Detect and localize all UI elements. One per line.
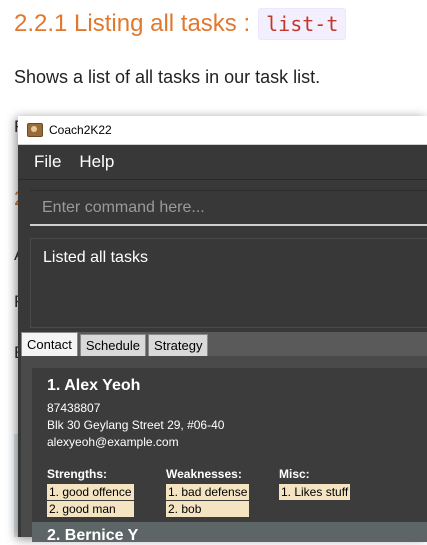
contact-phone: 87438807 — [47, 401, 101, 415]
menu-help[interactable]: Help — [79, 152, 114, 172]
contact-card[interactable]: 1. Alex Yeoh 87438807 Blk 30 Geylang Str… — [32, 368, 427, 522]
contact-address: Blk 30 Geylang Street 29, #06-40 — [47, 418, 225, 432]
misc-tag: 1. Likes stuff — [279, 484, 351, 500]
menu-bar: File Help — [18, 145, 427, 180]
tab-contact[interactable]: Contact — [21, 332, 78, 356]
contact-name: 1. Alex Yeoh — [47, 377, 141, 394]
weakness-tag: 1. bad defense — [166, 484, 250, 500]
contact-email: alexyeoh@example.com — [47, 435, 179, 449]
menu-file[interactable]: File — [34, 152, 61, 172]
weaknesses-label: Weaknesses: — [166, 467, 242, 481]
app-window: Coach2K22 File Help Listed all tasks Con… — [18, 116, 427, 544]
contact-list[interactable]: 1. Alex Yeoh 87438807 Blk 30 Geylang Str… — [21, 356, 427, 544]
strengths-label: Strengths: — [47, 467, 107, 481]
misc-list: 1. Likes stuff — [279, 484, 351, 500]
result-display: Listed all tasks — [30, 238, 427, 328]
command-box — [30, 190, 427, 226]
strengths-list: 1. good offence 2. good man — [47, 484, 134, 517]
result-text: Listed all tasks — [43, 249, 148, 266]
weaknesses-list: 1. bad defense 2. bob — [166, 484, 250, 517]
strength-tag: 2. good man — [47, 501, 134, 517]
misc-label: Misc: — [279, 467, 310, 481]
tab-strategy[interactable]: Strategy — [148, 334, 209, 356]
section-description: Shows a list of all tasks in our task li… — [14, 67, 321, 87]
command-input[interactable] — [30, 191, 427, 224]
command-code: list-t — [258, 8, 347, 40]
weakness-tag: 2. bob — [166, 501, 250, 517]
section-heading-text: 2.2.1 Listing all tasks : — [14, 10, 251, 37]
section-heading: 2.2.1 Listing all tasks : list-t — [14, 8, 347, 40]
contact-name: 2. Bernice Y — [47, 527, 139, 544]
window-titlebar[interactable]: Coach2K22 — [18, 116, 427, 145]
app-icon — [27, 123, 43, 137]
contact-card[interactable]: 2. Bernice Y — [32, 522, 427, 544]
strength-tag: 1. good offence — [47, 484, 134, 500]
tab-schedule[interactable]: Schedule — [79, 334, 147, 356]
tab-bar: Contact Schedule Strategy — [21, 332, 427, 356]
window-title: Coach2K22 — [49, 123, 112, 137]
